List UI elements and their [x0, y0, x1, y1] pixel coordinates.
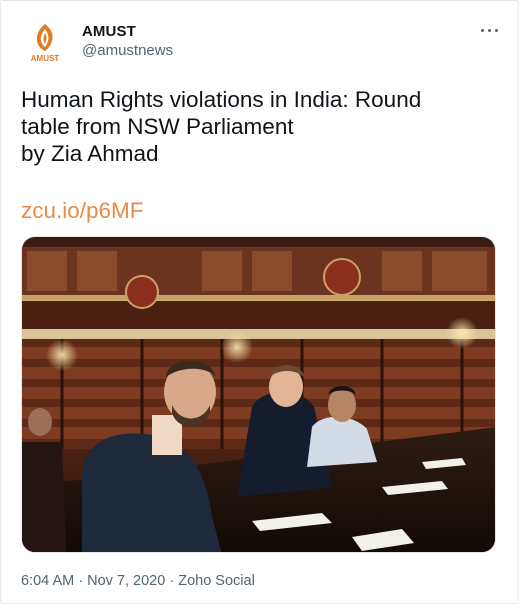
tweet-text: Human Rights violations in India: Round …	[21, 86, 491, 167]
tweet-meta: 6:04 AM · Nov 7, 2020 · Zoho Social	[21, 572, 255, 590]
svg-text:AMUST: AMUST	[31, 54, 60, 63]
tweet-date[interactable]: Nov 7, 2020	[87, 573, 165, 589]
parliament-photo	[22, 237, 495, 552]
more-horizontal-icon[interactable]	[479, 21, 501, 39]
handle[interactable]: @amustnews	[82, 41, 173, 61]
amust-logo-icon: AMUST	[21, 19, 69, 67]
tweet-photo[interactable]	[21, 236, 496, 553]
meta-separator: ·	[78, 573, 84, 589]
tweet-text-line: Human Rights violations in India: Round	[21, 87, 422, 112]
tweet-link[interactable]: zcu.io/p6MF	[21, 197, 144, 224]
display-name[interactable]: AMUST	[82, 23, 173, 41]
tweet-source[interactable]: Zoho Social	[178, 573, 255, 589]
avatar[interactable]: AMUST	[21, 19, 69, 67]
tweet-header: AMUST AMUST @amustnews	[21, 19, 501, 67]
author-names: AMUST @amustnews	[82, 23, 173, 61]
tweet-card: AMUST AMUST @amustnews Human Rights viol…	[0, 0, 519, 604]
tweet-text-line: by Zia Ahmad	[21, 141, 159, 166]
tweet-text-line: table from NSW Parliament	[21, 114, 294, 139]
meta-separator: ·	[169, 573, 175, 589]
tweet-time[interactable]: 6:04 AM	[21, 573, 74, 589]
